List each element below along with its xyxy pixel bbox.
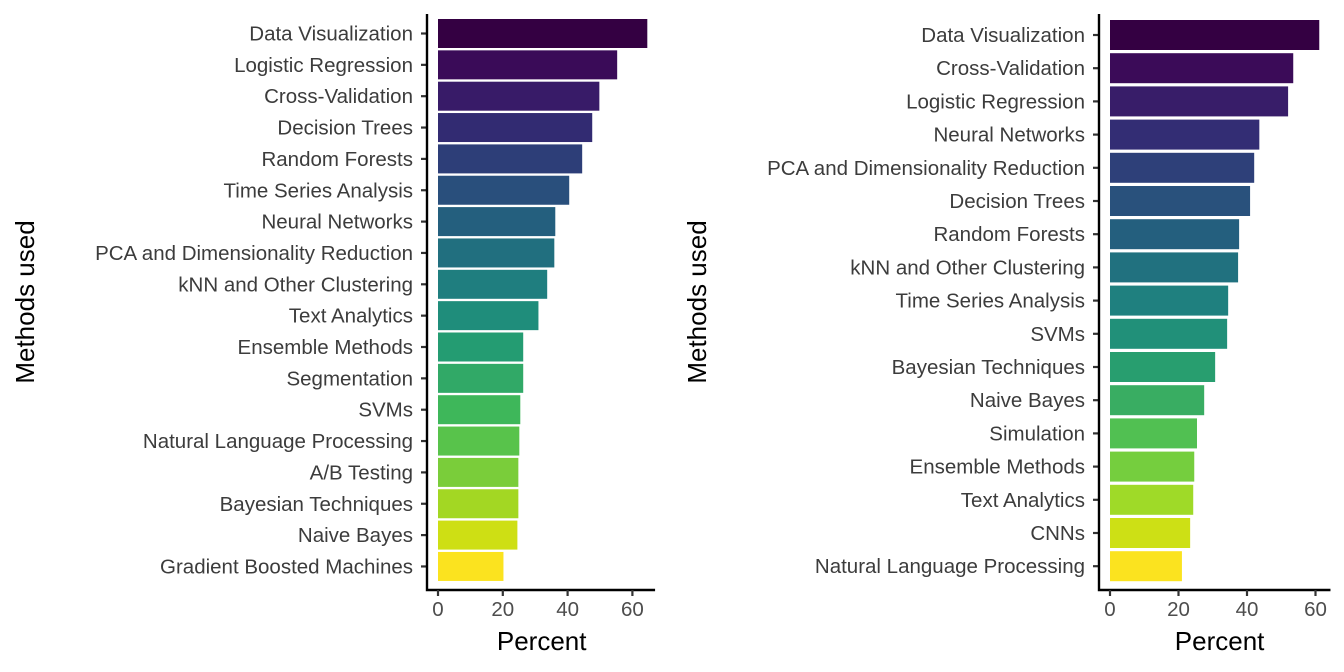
bar-cross-validation: [1110, 53, 1294, 84]
x-tick-label: 60: [621, 598, 644, 621]
bar-ensemble-methods: [438, 332, 524, 362]
bar-neural-networks: [438, 207, 556, 237]
x-tick-label: 60: [1304, 598, 1327, 621]
bar-neural-networks: [1110, 119, 1260, 150]
x-tick-label: 0: [1104, 598, 1115, 621]
bar-natural-language-processing: [438, 426, 520, 456]
y-tick-label: Random Forests: [261, 148, 413, 171]
y-tick-label: Segmentation: [286, 367, 413, 390]
bar-text-analytics: [1110, 484, 1194, 515]
bar-ensemble-methods: [1110, 451, 1195, 482]
x-tick-label: 0: [432, 598, 443, 621]
x-axis-title: Percent: [497, 626, 587, 656]
bar-knn-and-other-clustering: [438, 269, 548, 299]
bar-bayesian-techniques: [1110, 352, 1216, 382]
bar-svms: [438, 395, 521, 425]
y-tick-label: A/B Testing: [310, 461, 413, 484]
y-tick-label: Bayesian Techniques: [220, 493, 413, 516]
bar-naive-bayes: [438, 520, 518, 550]
bar-data-visualization: [438, 19, 648, 48]
x-tick-label: 40: [1236, 598, 1259, 621]
bar-data-visualization: [1110, 20, 1320, 50]
y-tick-label: Natural Language Processing: [815, 555, 1085, 578]
chart-panel-2: Data Visualization Cross-Validation Logist…: [682, 14, 1331, 656]
y-tick-label: Time Series Analysis: [896, 290, 1086, 313]
x-tick-label: 20: [1167, 598, 1190, 621]
y-axis-title: Methods used: [682, 220, 712, 383]
y-tick-label: CNNs: [1030, 522, 1085, 545]
y-tick-label: Cross-Validation: [936, 57, 1085, 80]
y-tick-label: Text Analytics: [961, 489, 1085, 512]
y-tick-label: kNN and Other Clustering: [178, 273, 413, 296]
y-tick-label: Naive Bayes: [298, 524, 413, 547]
y-tick-label: Cross-Validation: [264, 85, 413, 108]
y-tick-label: Neural Networks: [261, 211, 413, 234]
y-tick-label: Data Visualization: [921, 24, 1085, 47]
y-axis-title: Methods used: [10, 220, 40, 383]
y-tick-label: Neural Networks: [933, 124, 1085, 147]
y-tick-label: Bayesian Techniques: [892, 356, 1085, 379]
bar-time-series-analysis: [1110, 285, 1229, 316]
bar-cnns: [1110, 518, 1191, 548]
bar-bayesian-techniques: [438, 489, 519, 519]
bar-logistic-regression: [1110, 86, 1289, 117]
bar-knn-and-other-clustering: [1110, 252, 1239, 283]
y-tick-label: Decision Trees: [949, 190, 1085, 213]
bar-simulation: [1110, 418, 1197, 449]
y-tick-label: PCA and Dimensionality Reduction: [767, 157, 1085, 180]
y-tick-label: Random Forests: [933, 223, 1085, 246]
y-tick-label: Ensemble Methods: [910, 456, 1085, 479]
x-tick-label: 20: [491, 598, 514, 621]
y-tick-label: Gradient Boosted Machines: [160, 555, 413, 578]
bar-natural-language-processing: [1110, 551, 1182, 582]
y-tick-label: PCA and Dimensionality Reduction: [95, 242, 413, 265]
y-tick-label: Ensemble Methods: [238, 336, 413, 359]
y-tick-label: Logistic Regression: [906, 90, 1085, 113]
bar-decision-trees: [438, 113, 593, 143]
bar-decision-trees: [1110, 186, 1251, 216]
y-tick-label: Naive Bayes: [970, 389, 1085, 412]
bar-text-analytics: [438, 301, 539, 331]
y-tick-label: Natural Language Processing: [143, 430, 413, 453]
y-tick-label: kNN and Other Clustering: [850, 256, 1085, 279]
bar-a-b-testing: [438, 457, 519, 487]
x-tick-label: 40: [556, 598, 579, 621]
y-tick-label: Logistic Regression: [234, 54, 413, 77]
bar-cross-validation: [438, 81, 600, 111]
bar-svms: [1110, 318, 1228, 349]
y-tick-label: Simulation: [989, 422, 1085, 445]
y-tick-label: Text Analytics: [289, 305, 413, 328]
x-axis-title: Percent: [1175, 626, 1265, 656]
bar-segmentation: [438, 363, 524, 393]
bar-time-series-analysis: [438, 175, 570, 205]
bar-gradient-boosted-machines: [438, 551, 504, 581]
bar-pca-and-dimensionality-reduction: [1110, 152, 1255, 183]
y-tick-label: Data Visualization: [249, 23, 413, 46]
chart-panel-1: Data Visualization Logistic Regression Cro…: [10, 14, 656, 656]
y-tick-label: Time Series Analysis: [224, 179, 414, 202]
bar-naive-bayes: [1110, 385, 1205, 416]
bar-random-forests: [1110, 219, 1240, 250]
y-tick-label: Decision Trees: [277, 117, 413, 140]
y-tick-label: SVMs: [1030, 323, 1085, 346]
bar-random-forests: [438, 144, 583, 174]
chart-figure: Data Visualization Logistic Regression Cro…: [10, 14, 1331, 656]
bar-pca-and-dimensionality-reduction: [438, 238, 555, 268]
bar-logistic-regression: [438, 50, 618, 80]
y-tick-label: SVMs: [358, 399, 413, 422]
